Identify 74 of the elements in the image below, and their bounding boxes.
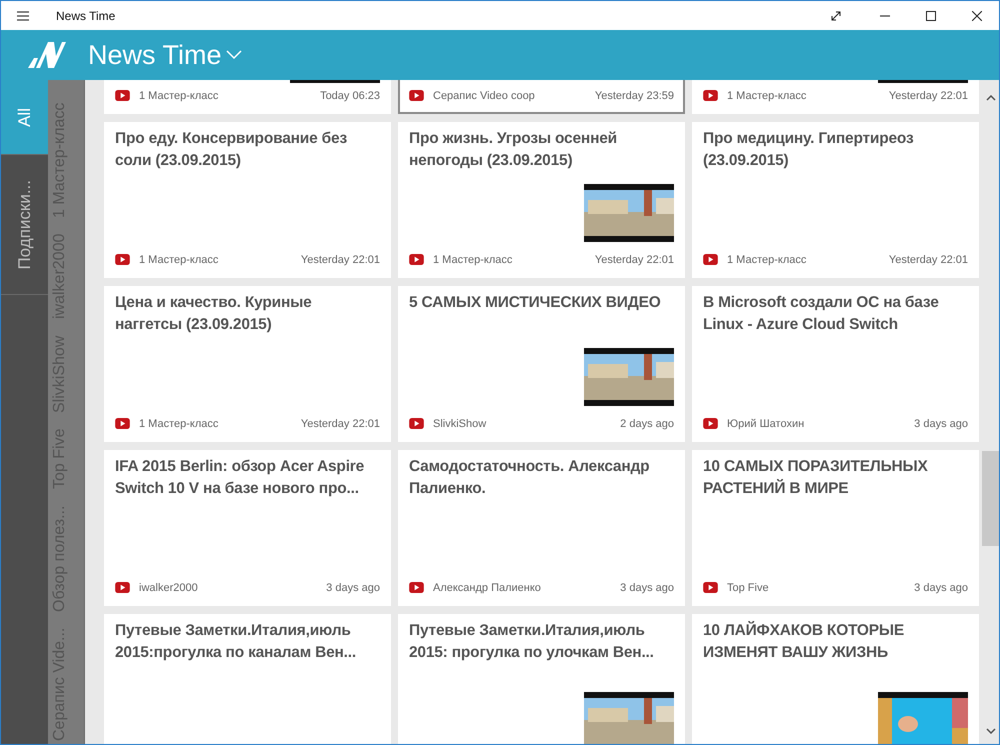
card-time: Yesterday 22:01	[594, 252, 674, 268]
expand-icon[interactable]	[831, 10, 841, 20]
news-card[interactable]: Серапис Video coop Yesterday 23:59	[398, 80, 685, 114]
video-icon	[409, 90, 424, 102]
news-card[interactable]: 10 ЛАЙФХАКОВ КОТОРЫЕ ИЗМЕНЯТ ВАШУ ЖИЗНЬ	[692, 614, 979, 744]
card-time: 2 days ago	[620, 416, 674, 432]
card-time: Yesterday 22:01	[888, 88, 968, 104]
card-source: 1 Мастер-класс	[139, 88, 220, 104]
news-card[interactable]: 5 САМЫХ МИСТИЧЕСКИХ ВИДЕО SlivkiShow 2 days ago	[398, 286, 685, 442]
card-title: Путевые Заметки.Италия,июль 2015:прогулка по каналам Вен...	[115, 621, 357, 663]
card-title: 10 САМЫХ ПОРАЗИТЕЛЬНЫХ РАСТЕНИЙ В МИРЕ	[703, 457, 929, 499]
card-time: 3 days ago	[914, 416, 968, 432]
card-source: iwalker2000	[139, 580, 199, 596]
video-icon	[115, 90, 130, 102]
card-source: Серапис Video coop	[433, 88, 536, 104]
card-time: Yesterday 22:01	[888, 252, 968, 268]
card-title: Про медицину. Гипертиреоз (23.09.2015)	[703, 129, 914, 171]
news-card[interactable]: 10 САМЫХ ПОРАЗИТЕЛЬНЫХ РАСТЕНИЙ В МИРЕ Top Five 3 days ago	[692, 450, 979, 606]
card-title: Путевые Заметки.Италия,июль 2015: прогулка по улочкам Вен...	[409, 621, 655, 663]
card-source: 1 Мастер-класс	[139, 252, 220, 268]
card-title: IFA 2015 Berlin: обзор Acer Aspire Switch 10 V на базе нового про...	[115, 457, 366, 499]
video-icon	[115, 582, 130, 594]
video-icon	[409, 254, 424, 266]
news-card[interactable]: В Microsoft создали ОС на базе Linux - Azure Cloud Switch Юрий Шатохин 3 days ago	[692, 286, 979, 442]
card-source: 1 Мастер-класс	[139, 416, 220, 432]
news-card[interactable]: Про медицину. Гипертиреоз (23.09.2015) 1 Мастер-класс Yesterday 22:01	[692, 122, 979, 278]
card-title: В Microsoft создали ОС на базе Linux - Azure Cloud Switch	[703, 293, 940, 335]
card-source: SlivkiShow	[433, 416, 488, 432]
video-icon	[409, 582, 424, 594]
card-time: Yesterday 22:01	[300, 416, 380, 432]
card-source: Юрий Шатохин	[727, 416, 806, 432]
menu-icon[interactable]	[17, 10, 29, 20]
news-card[interactable]: Про жизнь. Угрозы осенней непогоды (23.09.2015) 1 Мастер-класс Yesterday 22:01	[398, 122, 685, 278]
video-icon	[703, 90, 718, 102]
news-card[interactable]: Цена и качество. Куриные наггетсы (23.09.2015) 1 Мастер-класс Yesterday 22:01	[104, 286, 391, 442]
card-time: Yesterday 23:59	[594, 88, 674, 104]
card-time: 3 days ago	[620, 580, 674, 596]
news-card[interactable]: Путевые Заметки.Италия,июль 2015:прогулка по каналам Вен...	[104, 614, 391, 744]
close-icon[interactable]	[972, 10, 982, 20]
scroll-down-icon[interactable]	[986, 728, 996, 734]
video-icon	[115, 418, 130, 430]
scroll-thumb[interactable]	[982, 451, 999, 546]
maximize-icon[interactable]	[926, 10, 936, 20]
card-title: 5 САМЫХ МИСТИЧЕСКИХ ВИДЕО	[409, 293, 662, 313]
video-icon	[703, 582, 718, 594]
card-source: Top Five	[727, 580, 770, 596]
card-title: Цена и качество. Куриные наггетсы (23.09.2015)	[115, 293, 313, 335]
card-title: 10 ЛАЙФХАКОВ КОТОРЫЕ ИЗМЕНЯТ ВАШУ ЖИЗНЬ	[703, 620, 906, 663]
card-source: 1 Мастер-класс	[727, 88, 808, 104]
scroll-up-icon[interactable]	[986, 95, 996, 101]
video-icon	[703, 254, 718, 266]
card-source: 1 Мастер-класс	[727, 252, 808, 268]
card-source: 1 Мастер-класс	[433, 252, 514, 268]
news-card[interactable]: Самодостаточность. Александр Палиенко. Александр Палиенко 3 days ago	[398, 450, 685, 606]
logo-icon	[26, 40, 66, 70]
video-icon	[409, 418, 424, 430]
card-time: Yesterday 22:01	[300, 252, 380, 268]
card-title: Про жизнь. Угрозы осенней непогоды (23.09.2015)	[409, 129, 618, 171]
news-card[interactable]: Путевые Заметки.Италия,июль 2015: прогулка по улочкам Вен...	[398, 614, 685, 744]
video-icon	[703, 418, 718, 430]
card-time: 3 days ago	[914, 580, 968, 596]
chevron-down-icon[interactable]	[226, 50, 242, 60]
card-source: Александр Палиенко	[433, 580, 542, 596]
window-title: News Time	[56, 8, 116, 24]
card-title: Про еду. Консервирование без соли (23.09.2015)	[115, 129, 348, 171]
video-icon	[115, 254, 130, 266]
card-title: Самодостаточность. Александр Палиенко.	[409, 457, 650, 499]
card-time: 3 days ago	[326, 580, 380, 596]
news-card[interactable]: Про еду. Консервирование без соли (23.09.2015) 1 Мастер-класс Yesterday 22:01	[104, 122, 391, 278]
card-time: Today 06:23	[320, 88, 380, 104]
news-card[interactable]: IFA 2015 Berlin: обзор Acer Aspire Switch 10 V на базе нового про... iwalker2000 3 days ago	[104, 450, 391, 606]
news-card[interactable]: 1 Мастер-класс Yesterday 22:01	[692, 80, 979, 114]
scrollbar[interactable]	[982, 80, 999, 744]
news-card[interactable]: 1 Мастер-класс Today 06:23	[104, 80, 391, 114]
